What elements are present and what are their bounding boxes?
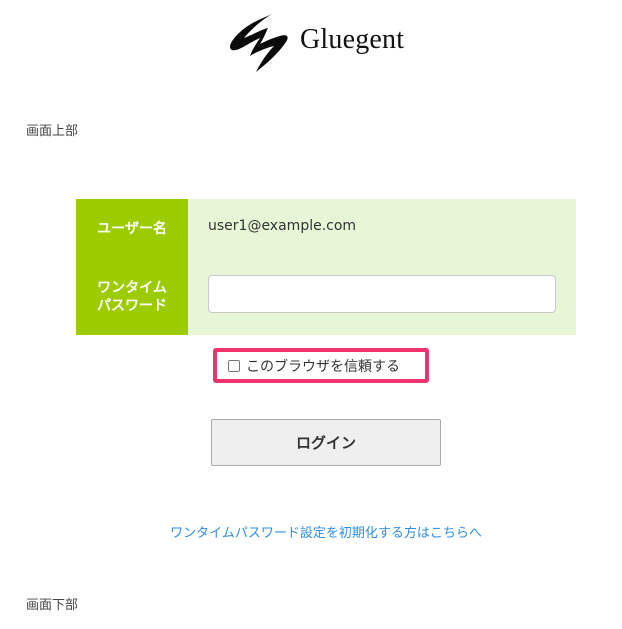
page-top-label: 画面上部: [26, 124, 79, 139]
login-form: ユーザー名 user1@example.com ワンタイム パスワード: [76, 199, 576, 335]
otp-label-line2: パスワード: [97, 298, 167, 314]
gluegent-logo-icon: [230, 14, 288, 72]
logo-text: Gluegent: [300, 24, 405, 55]
otp-label: ワンタイム パスワード: [76, 279, 188, 315]
username-label: ユーザー名: [97, 221, 167, 237]
gluegent-logo: Gluegent: [226, 10, 426, 76]
otp-input[interactable]: [208, 275, 556, 313]
trust-browser-label[interactable]: このブラウザを信頼する: [246, 356, 400, 376]
page-bottom-label: 画面下部: [26, 598, 79, 613]
trust-browser-highlight: このブラウザを信頼する: [213, 348, 429, 383]
otp-label-line1: ワンタイム: [97, 280, 167, 296]
username-value: user1@example.com: [208, 218, 357, 234]
login-button[interactable]: ログイン: [211, 419, 441, 466]
reset-otp-link[interactable]: ワンタイムパスワード設定を初期化する方はこちらへ: [0, 522, 622, 541]
trust-browser-checkbox[interactable]: [228, 359, 240, 372]
